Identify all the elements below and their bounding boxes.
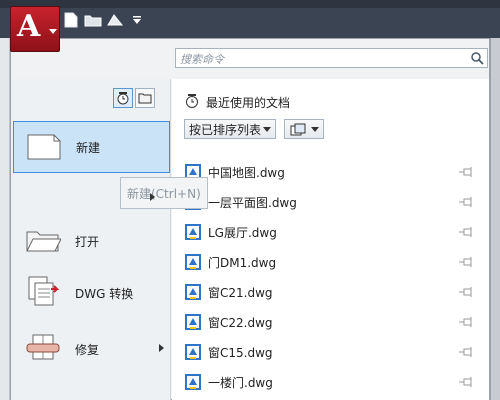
sort-order-label: 按已排序列表 [189,122,262,137]
dwg-file-icon [184,253,202,271]
new-tooltip: 新建(Ctrl+N) [120,177,208,209]
pin-icon[interactable] [458,286,474,297]
pin-icon[interactable] [458,226,474,237]
open-button[interactable]: 打开 [13,215,170,267]
pin-icon[interactable] [458,166,474,177]
open-folder-icon[interactable] [84,11,102,29]
sort-order-dropdown[interactable]: 按已排序列表 [184,119,276,139]
chevron-down-icon [49,29,57,34]
recent-file-item[interactable]: 门DM1.dwg [184,247,484,277]
file-name: LG展厅.dwg [208,225,277,240]
view-toggle [113,88,155,108]
icon-view-icon [290,123,306,139]
dropdown-icon[interactable] [128,11,146,29]
display-mode-dropdown[interactable] [284,119,324,139]
dwg-file-icon [184,373,202,391]
recent-files-list: 中国地图.dwg 一层平面图.dwg LG展厅.dwg 门DM1.dwg 窗C2… [184,157,484,397]
drawing-area-left [0,38,10,400]
dwg-file-icon [184,343,202,361]
file-name: 中国地图.dwg [208,165,285,180]
file-name: 窗C21.dwg [208,285,273,300]
dwg-file-icon [184,283,202,301]
drawing-area-right [490,38,500,400]
tooltip-arrow-icon [150,193,155,201]
dwg-file-icon [184,313,202,331]
file-name: 一层平面图.dwg [208,195,297,210]
new-file-icon[interactable] [62,11,80,29]
tooltip-text: 新建(Ctrl+N) [127,186,201,201]
recent-file-item[interactable]: LG展厅.dwg [184,217,484,247]
pin-icon[interactable] [458,376,474,387]
dwg-convert-icon [25,275,61,312]
dwg-convert-label: DWG 转换 [75,286,134,301]
top-strip [0,0,500,8]
save-icon[interactable] [106,11,124,29]
open-folder-icon [25,227,62,256]
recent-file-item[interactable]: 窗C22.dwg [184,307,484,337]
search-command-field[interactable]: 搜索命令 [175,48,488,68]
recent-documents-title: 最近使用的文档 [206,96,291,110]
app-logo-letter: A [17,9,41,44]
search-icon[interactable] [469,50,485,66]
application-menu-button[interactable]: A [10,6,60,52]
new-label: 新建 [76,140,101,155]
dwg-file-icon [184,223,202,241]
file-name: 窗C22.dwg [208,315,273,330]
recent-file-item[interactable]: 一层平面图.dwg [184,187,484,217]
quick-access-toolbar [62,10,146,30]
chevron-down-icon [311,127,319,132]
new-document-icon [26,132,62,163]
pin-icon[interactable] [458,316,474,327]
new-button[interactable]: 新建 [13,121,170,173]
recent-file-item[interactable]: 窗C21.dwg [184,277,484,307]
menu-header: 搜索命令 [11,39,489,79]
dwg-convert-button[interactable]: DWG 转换 [13,267,170,319]
recent-file-item[interactable]: 窗C15.dwg [184,337,484,367]
recent-documents-view-icon[interactable] [113,88,133,108]
file-name: 一楼门.dwg [208,375,273,390]
file-name: 窗C15.dwg [208,345,273,360]
repair-label: 修复 [75,342,100,357]
repair-icon [25,333,61,366]
chevron-down-icon [263,127,271,132]
recent-documents-panel: 最近使用的文档 按已排序列表 中国地图.dwg 一层平面图.dwg LG展厅.d… [172,79,489,400]
open-label: 打开 [75,234,100,249]
repair-button[interactable]: 修复 [13,323,170,375]
pin-icon[interactable] [458,256,474,267]
pin-icon[interactable] [458,346,474,357]
open-documents-view-icon[interactable] [135,88,155,108]
menu-left-column: 新建 打开 DWG 转换 修复 [11,79,171,400]
search-placeholder: 搜索命令 [180,53,224,66]
application-menu: 搜索命令 新建 打开 DWG 转换 修复 最近使用的文档 按已排序列表 中国地图… [10,38,490,400]
recent-file-item[interactable]: 一楼门.dwg [184,367,484,397]
file-name: 门DM1.dwg [208,255,277,270]
recent-documents-header: 最近使用的文档 [184,93,290,112]
pin-icon[interactable] [458,196,474,207]
clock-icon [184,93,200,112]
recent-file-item[interactable]: 中国地图.dwg [184,157,484,187]
submenu-arrow-icon [159,344,164,352]
